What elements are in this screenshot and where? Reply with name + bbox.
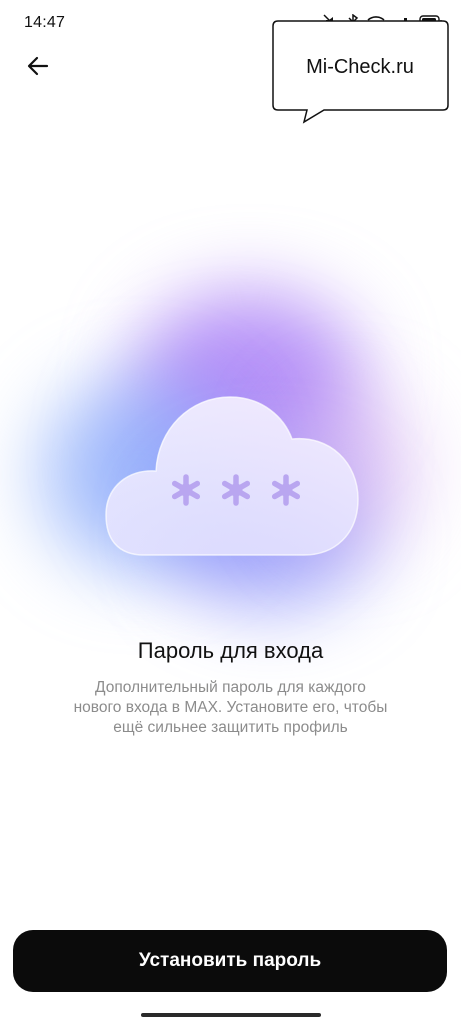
watermark-text: Mi-Check.ru [306, 56, 414, 78]
cloud-password-icon [105, 396, 359, 556]
home-indicator[interactable] [141, 1013, 321, 1017]
illustration [0, 230, 461, 650]
back-button[interactable] [22, 52, 54, 84]
page-title: Пароль для входа [137, 638, 324, 663]
status-time: 14:47 [24, 14, 66, 31]
arrow-left-icon [27, 55, 49, 82]
set-password-button[interactable]: Установить пароль [13, 930, 447, 992]
watermark: Mi-Check.ru [272, 20, 450, 124]
page-description: Дополнительный пароль для каждого нового… [73, 679, 388, 736]
